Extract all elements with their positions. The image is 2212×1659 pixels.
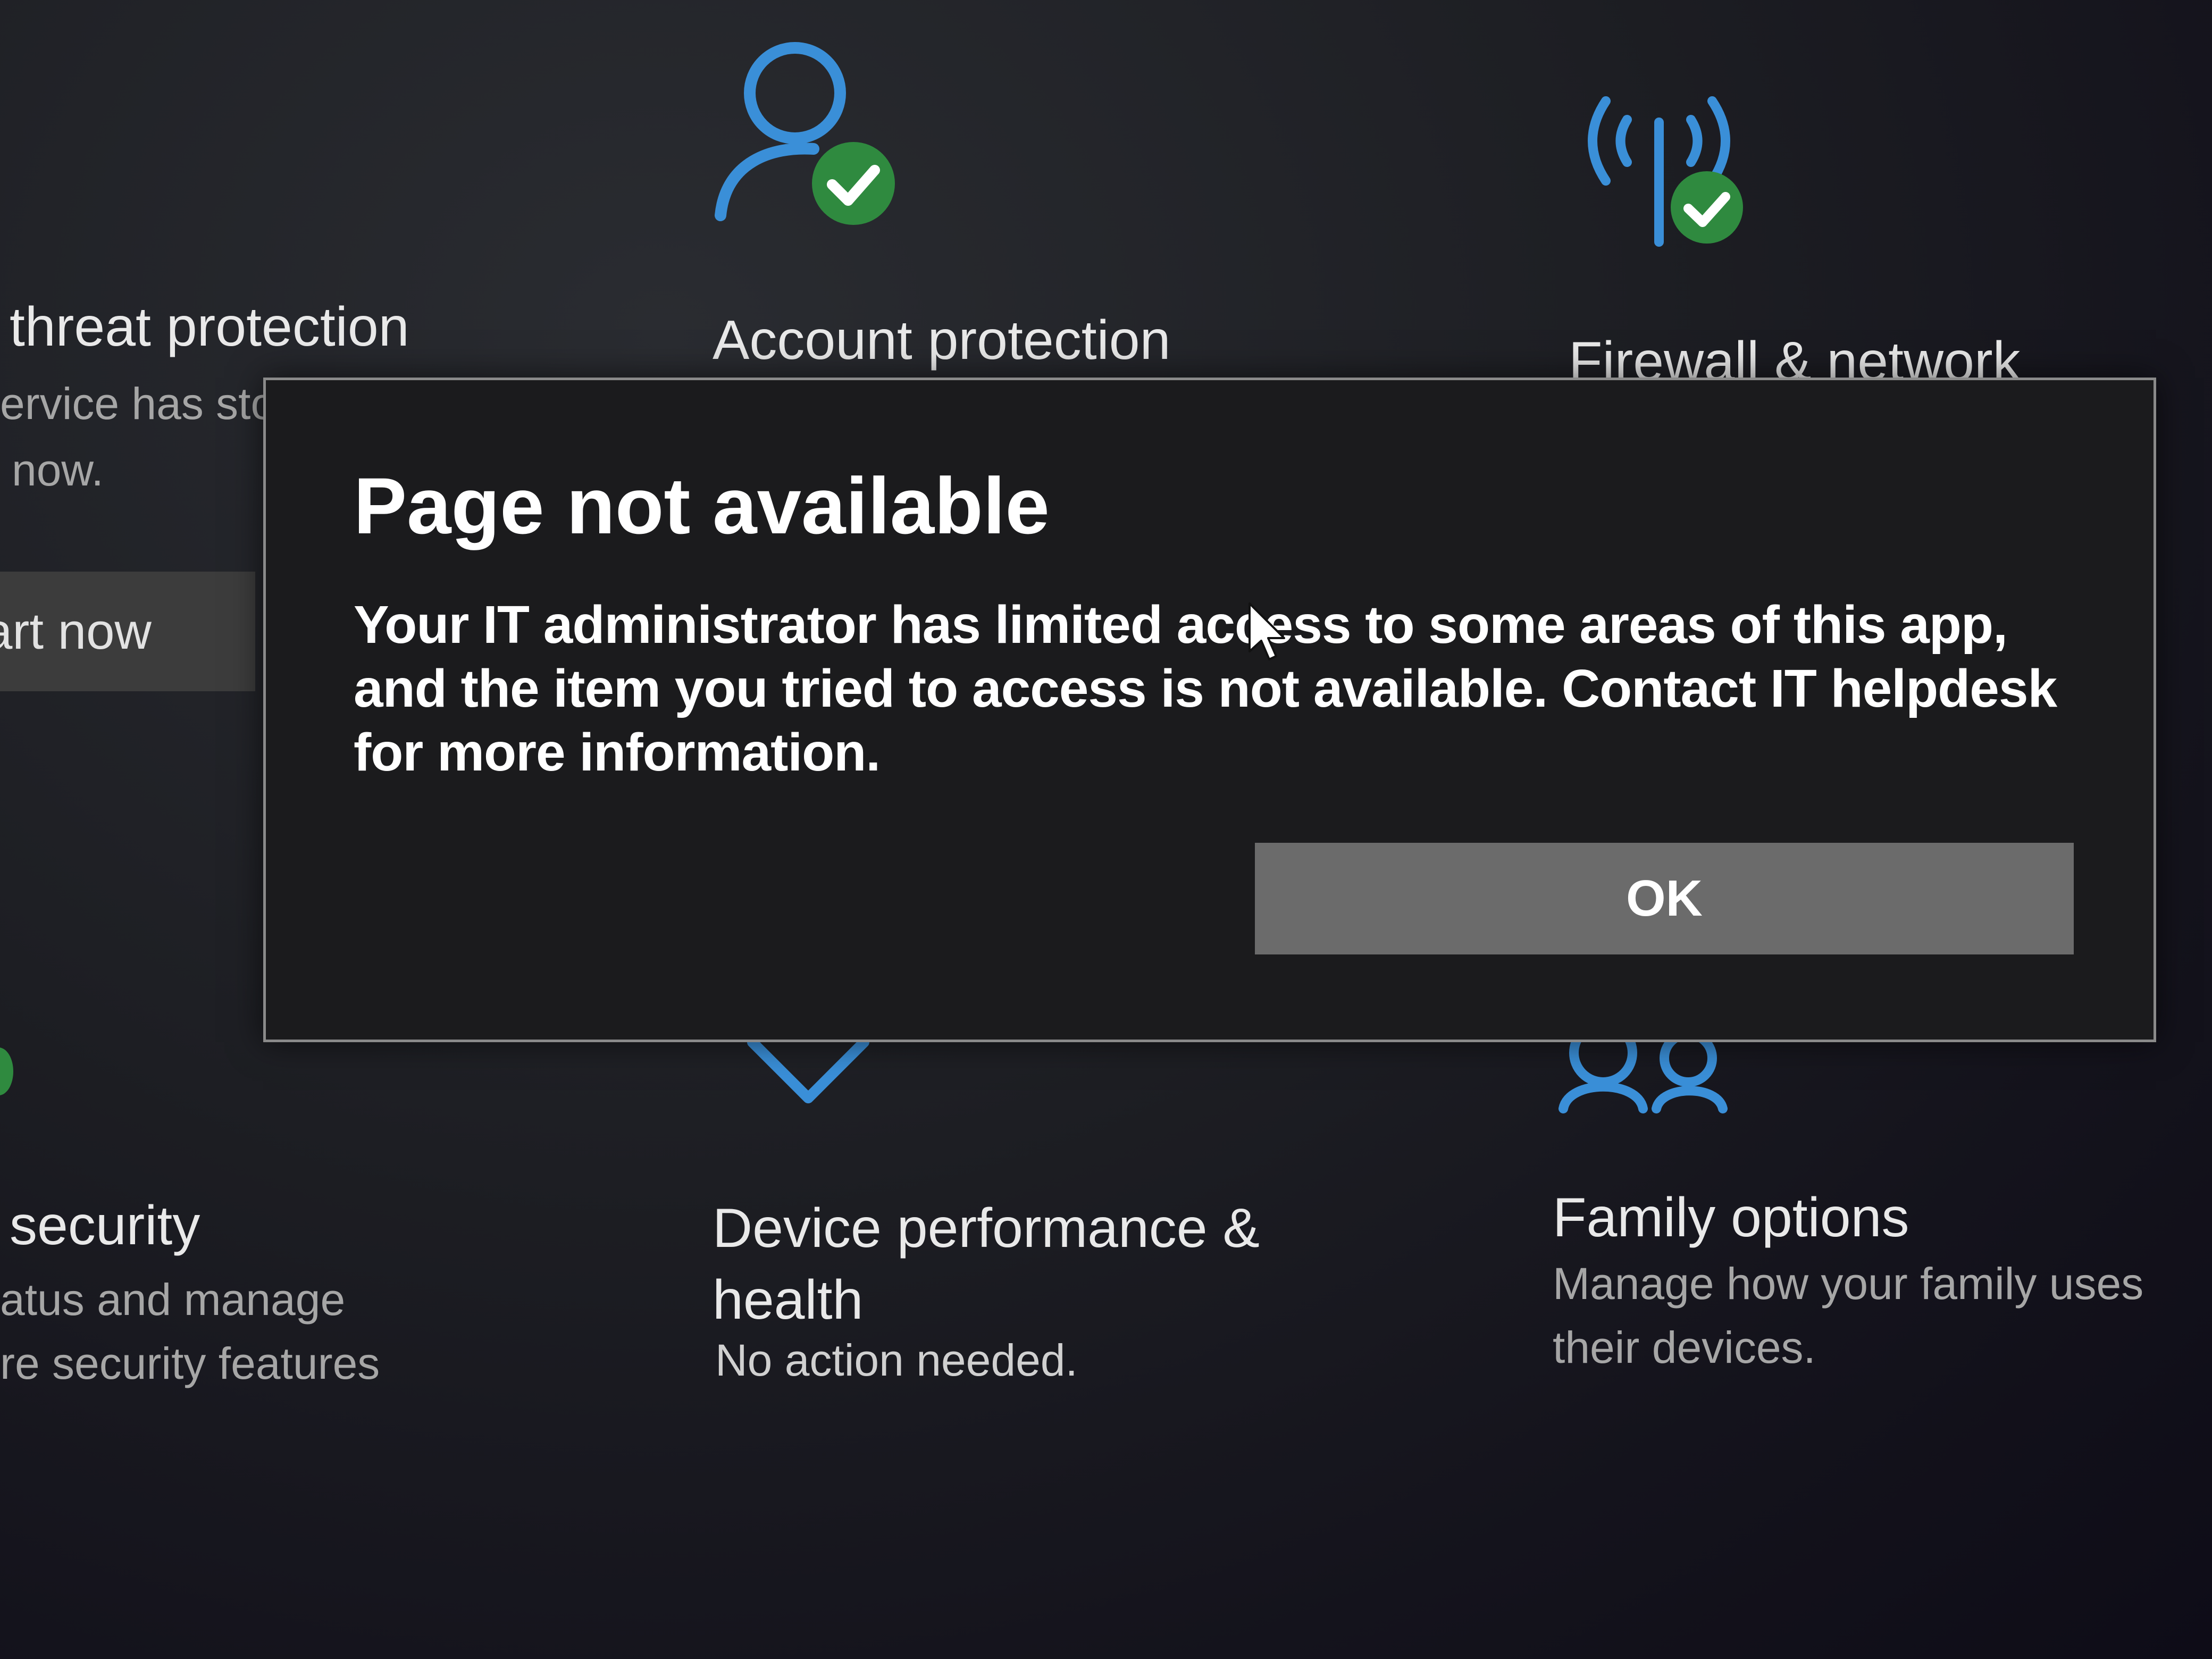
ok-button-label: OK	[1626, 870, 1703, 927]
tile-account-title: Account protection	[713, 309, 1171, 371]
tile-family-title: Family options	[1553, 1187, 1909, 1249]
tile-family-desc-line2: their devices.	[1553, 1322, 1816, 1372]
tile-device-performance-title-line1: Device performance &	[713, 1197, 1260, 1259]
tile-device-performance-status: No action needed.	[715, 1335, 1078, 1385]
page-not-available-dialog: Page not available Your IT administrator…	[263, 378, 2156, 1042]
antenna-check-icon	[1588, 96, 1743, 247]
account-check-icon	[715, 42, 895, 225]
tile-virus-desc-line2: now.	[12, 445, 104, 495]
tile-device-security-desc-line1: atus and manage	[0, 1275, 346, 1325]
ok-button[interactable]: OK	[1255, 843, 2074, 954]
tile-virus-desc-line1: ervice has sto	[0, 379, 276, 429]
restart-now-button[interactable]: art now	[0, 572, 255, 691]
tile-device-security-title: security	[10, 1195, 200, 1256]
tile-device-security-desc-line2: re security features	[0, 1338, 380, 1388]
mouse-cursor-icon	[1249, 602, 1285, 660]
dialog-title: Page not available	[354, 461, 1050, 550]
restart-now-label: art now	[0, 602, 152, 660]
tile-family-desc-line1: Manage how your family uses	[1553, 1259, 2144, 1309]
tile-virus-title: threat protection	[10, 296, 409, 358]
tile-device-performance-title-line2: health	[713, 1269, 864, 1331]
status-dot	[0, 1048, 13, 1095]
dialog-message: Your IT administrator has limited access…	[354, 595, 2057, 782]
